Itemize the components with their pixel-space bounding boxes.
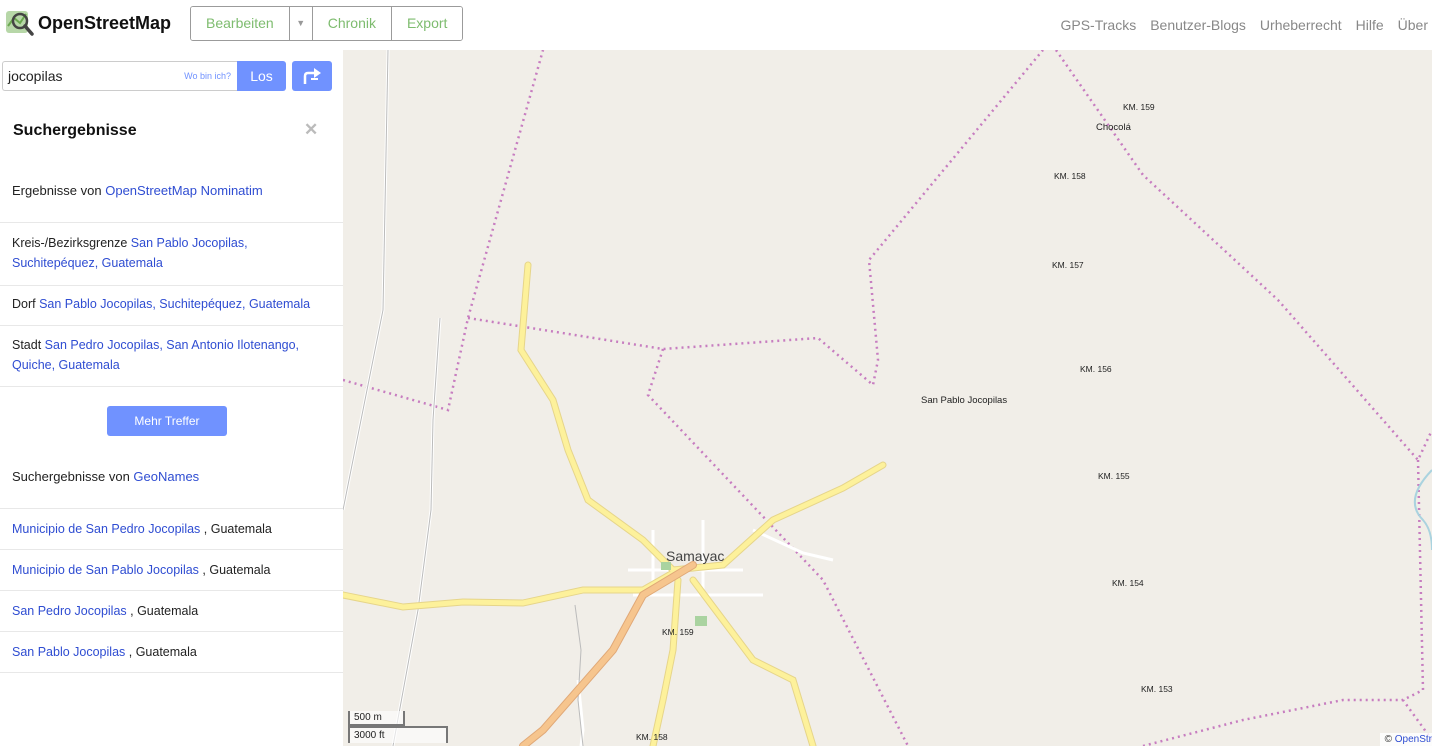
result-link[interactable]: San Pablo Jocopilas: [12, 645, 125, 659]
boundary-lines: [343, 50, 1432, 746]
geonames-heading: Suchergebnisse von GeoNames: [12, 469, 199, 484]
nav-user-blogs[interactable]: Benutzer-Blogs: [1150, 17, 1246, 33]
result-suffix: , Guatemala: [198, 563, 271, 577]
result-link[interactable]: San Pedro Jocopilas, San Antonio Ilotena…: [45, 338, 299, 352]
map-label-km: KM. 158: [636, 732, 668, 742]
map-label-km: KM. 153: [1141, 684, 1173, 694]
search-input[interactable]: jocopilas Wo bin ich?: [2, 61, 238, 91]
result-link[interactable]: San Pablo Jocopilas,: [131, 236, 248, 250]
panel-title: Suchergebnisse: [13, 122, 137, 139]
list-item[interactable]: Stadt San Pedro Jocopilas, San Antonio I…: [0, 325, 343, 386]
map-label-km: KM. 159: [1123, 102, 1155, 112]
park-area: [695, 616, 707, 626]
edit-dropdown-toggle[interactable]: ▼: [289, 7, 313, 40]
river: [1413, 469, 1432, 551]
nominatim-prefix: Ergebnisse von: [12, 183, 106, 198]
logo[interactable]: OpenStreetMap: [4, 8, 171, 38]
map-label-km: KM. 156: [1080, 364, 1112, 374]
map-label-km: KM. 154: [1112, 578, 1144, 588]
result-suffix: , Guatemala: [125, 645, 197, 659]
map-label-town: Samayac: [666, 548, 725, 564]
list-item[interactable]: Municipio de San Pablo Jocopilas , Guate…: [0, 549, 343, 590]
directions-icon: [303, 68, 321, 84]
brand-name: OpenStreetMap: [38, 12, 172, 33]
nav-about[interactable]: Über: [1398, 17, 1428, 33]
map-attribution: © OpenStr: [1379, 733, 1432, 746]
where-am-i-link[interactable]: Wo bin ich?: [184, 71, 231, 81]
nominatim-link[interactable]: OpenStreetMap Nominatim: [105, 183, 263, 198]
map-label-km: KM. 159: [662, 627, 694, 637]
nominatim-heading: Ergebnisse von OpenStreetMap Nominatim: [12, 183, 263, 198]
divider: [0, 386, 343, 387]
copyright-symbol: ©: [1384, 734, 1395, 745]
nav-help[interactable]: Hilfe: [1356, 17, 1384, 33]
result-link[interactable]: Municipio de San Pablo Jocopilas: [12, 563, 199, 577]
list-item[interactable]: Kreis-/Bezirksgrenze San Pablo Jocopilas…: [0, 222, 343, 285]
nav-copyright[interactable]: Urheberrecht: [1260, 17, 1342, 33]
scale-bar: 500 m 3000 ft: [348, 711, 448, 745]
map-canvas[interactable]: KM. 159 Chocolá KM. 158 KM. 157 KM. 156 …: [343, 50, 1432, 746]
osm-logo-icon: [6, 11, 34, 36]
secondary-nav: GPS-Tracks Benutzer-Blogs Urheberrecht H…: [1060, 17, 1428, 33]
directions-button[interactable]: [292, 61, 332, 91]
minor-road-edges: [343, 50, 584, 746]
search-bar: jocopilas Wo bin ich? Los: [0, 50, 343, 100]
result-type: Stadt: [12, 338, 45, 352]
primary-nav: Bearbeiten ▼ Chronik Export: [190, 6, 464, 41]
geonames-link[interactable]: GeoNames: [133, 469, 199, 484]
result-link-cont[interactable]: Quiche, Guatemala: [12, 358, 120, 372]
caret-down-icon: ▼: [296, 18, 306, 28]
edit-button[interactable]: Bearbeiten: [191, 7, 290, 40]
search-go-button[interactable]: Los: [237, 61, 286, 91]
search-results-panel: Suchergebnisse ✕ Ergebnisse von OpenStre…: [0, 100, 343, 746]
search-query[interactable]: jocopilas: [8, 68, 62, 84]
scale-imperial: 3000 ft: [348, 726, 448, 743]
list-item[interactable]: Municipio de San Pedro Jocopilas , Guate…: [0, 508, 343, 549]
result-suffix: , Guatemala: [200, 522, 272, 536]
map-label-km: KM. 158: [1054, 171, 1086, 181]
scale-metric: 500 m: [348, 711, 405, 726]
result-link-cont[interactable]: Suchitepéquez, Guatemala: [12, 256, 163, 270]
nav-gps-tracks[interactable]: GPS-Tracks: [1060, 17, 1136, 33]
list-item[interactable]: Dorf San Pablo Jocopilas, Suchitepéquez,…: [0, 285, 343, 325]
attribution-link[interactable]: OpenStr: [1395, 734, 1432, 745]
result-type: Dorf: [12, 297, 40, 311]
result-type: Kreis-/Bezirksgrenze: [12, 236, 131, 250]
list-item[interactable]: San Pedro Jocopilas , Guatemala: [0, 590, 343, 631]
minor-roads: [343, 50, 834, 746]
more-results-button[interactable]: Mehr Treffer: [107, 406, 227, 436]
top-header: OpenStreetMap Bearbeiten ▼ Chronik Expor…: [0, 0, 1432, 50]
map-label-km: KM. 157: [1052, 260, 1084, 270]
map-label-place: Chocolá: [1096, 122, 1131, 133]
list-item[interactable]: San Pablo Jocopilas , Guatemala: [0, 631, 343, 673]
export-button[interactable]: Export: [391, 7, 463, 40]
main-roads: [343, 262, 886, 746]
result-suffix: , Guatemala: [126, 604, 199, 618]
geonames-prefix: Suchergebnisse von: [12, 469, 134, 484]
result-link[interactable]: San Pedro Jocopilas: [12, 604, 127, 618]
close-icon[interactable]: ✕: [304, 120, 318, 140]
result-link[interactable]: Municipio de San Pedro Jocopilas: [12, 522, 200, 536]
result-link[interactable]: San Pablo Jocopilas, Suchitepéquez, Guat…: [39, 297, 310, 311]
map-features: [343, 50, 1432, 746]
history-button[interactable]: Chronik: [312, 7, 392, 40]
map-label-place: San Pablo Jocopilas: [921, 395, 1008, 406]
map-label-km: KM. 155: [1098, 471, 1130, 481]
